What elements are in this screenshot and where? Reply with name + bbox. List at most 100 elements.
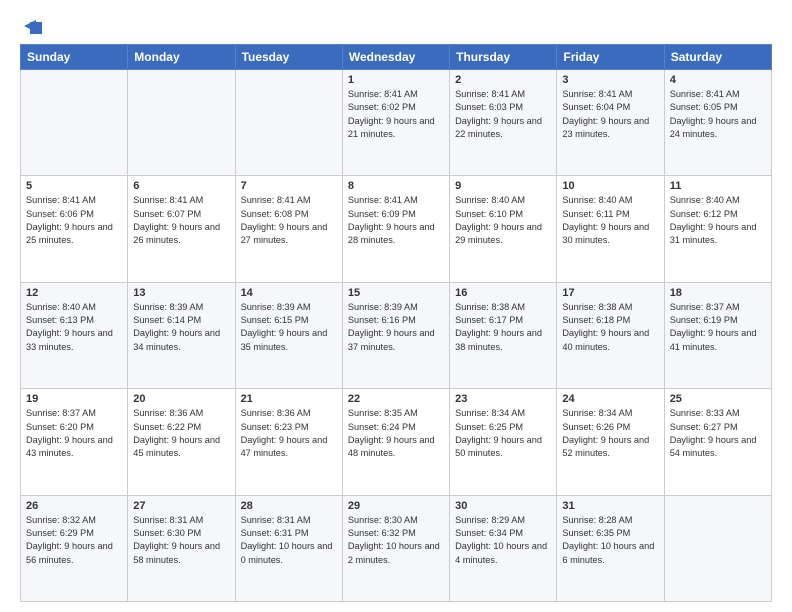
day-info: Sunrise: 8:35 AM Sunset: 6:24 PM Dayligh… bbox=[348, 407, 444, 460]
day-number: 15 bbox=[348, 287, 444, 299]
day-number: 24 bbox=[562, 393, 658, 405]
day-number: 29 bbox=[348, 500, 444, 512]
day-info: Sunrise: 8:41 AM Sunset: 6:09 PM Dayligh… bbox=[348, 194, 444, 247]
calendar-cell: 3 Sunrise: 8:41 AM Sunset: 6:04 PM Daylig… bbox=[557, 70, 664, 176]
calendar-cell: 23 Sunrise: 8:34 AM Sunset: 6:25 PM Dayli… bbox=[450, 389, 557, 495]
day-number: 9 bbox=[455, 180, 551, 192]
day-header-friday: Friday bbox=[557, 45, 664, 70]
day-number: 12 bbox=[26, 287, 122, 299]
day-info: Sunrise: 8:31 AM Sunset: 6:31 PM Dayligh… bbox=[241, 514, 337, 567]
calendar-cell: 10 Sunrise: 8:40 AM Sunset: 6:11 PM Dayli… bbox=[557, 176, 664, 282]
calendar-cell: 29 Sunrise: 8:30 AM Sunset: 6:32 PM Dayli… bbox=[342, 495, 449, 601]
day-info: Sunrise: 8:28 AM Sunset: 6:35 PM Dayligh… bbox=[562, 514, 658, 567]
calendar-cell: 18 Sunrise: 8:37 AM Sunset: 6:19 PM Dayli… bbox=[664, 282, 771, 388]
day-number: 22 bbox=[348, 393, 444, 405]
day-info: Sunrise: 8:40 AM Sunset: 6:12 PM Dayligh… bbox=[670, 194, 766, 247]
day-number: 27 bbox=[133, 500, 229, 512]
calendar-cell: 16 Sunrise: 8:38 AM Sunset: 6:17 PM Dayli… bbox=[450, 282, 557, 388]
day-info: Sunrise: 8:31 AM Sunset: 6:30 PM Dayligh… bbox=[133, 514, 229, 567]
day-header-tuesday: Tuesday bbox=[235, 45, 342, 70]
calendar-cell: 9 Sunrise: 8:40 AM Sunset: 6:10 PM Daylig… bbox=[450, 176, 557, 282]
day-info: Sunrise: 8:41 AM Sunset: 6:02 PM Dayligh… bbox=[348, 88, 444, 141]
day-number: 13 bbox=[133, 287, 229, 299]
day-number: 19 bbox=[26, 393, 122, 405]
calendar-cell: 1 Sunrise: 8:41 AM Sunset: 6:02 PM Daylig… bbox=[342, 70, 449, 176]
day-number: 31 bbox=[562, 500, 658, 512]
day-info: Sunrise: 8:38 AM Sunset: 6:17 PM Dayligh… bbox=[455, 301, 551, 354]
day-info: Sunrise: 8:41 AM Sunset: 6:08 PM Dayligh… bbox=[241, 194, 337, 247]
day-number: 26 bbox=[26, 500, 122, 512]
day-number: 7 bbox=[241, 180, 337, 192]
calendar-cell: 6 Sunrise: 8:41 AM Sunset: 6:07 PM Daylig… bbox=[128, 176, 235, 282]
day-number: 2 bbox=[455, 74, 551, 86]
calendar-cell: 8 Sunrise: 8:41 AM Sunset: 6:09 PM Daylig… bbox=[342, 176, 449, 282]
calendar-cell: 22 Sunrise: 8:35 AM Sunset: 6:24 PM Dayli… bbox=[342, 389, 449, 495]
day-info: Sunrise: 8:40 AM Sunset: 6:13 PM Dayligh… bbox=[26, 301, 122, 354]
day-info: Sunrise: 8:33 AM Sunset: 6:27 PM Dayligh… bbox=[670, 407, 766, 460]
calendar-cell: 13 Sunrise: 8:39 AM Sunset: 6:14 PM Dayli… bbox=[128, 282, 235, 388]
calendar-cell: 26 Sunrise: 8:32 AM Sunset: 6:29 PM Dayli… bbox=[21, 495, 128, 601]
calendar-cell: 2Sunrise: 8:41 AM Sunset: 6:03 PM Daylig… bbox=[450, 70, 557, 176]
day-info: Sunrise: 8:36 AM Sunset: 6:22 PM Dayligh… bbox=[133, 407, 229, 460]
logo-icon bbox=[22, 18, 44, 40]
calendar-cell: 24 Sunrise: 8:34 AM Sunset: 6:26 PM Dayli… bbox=[557, 389, 664, 495]
day-header-sunday: Sunday bbox=[21, 45, 128, 70]
day-info: Sunrise: 8:37 AM Sunset: 6:20 PM Dayligh… bbox=[26, 407, 122, 460]
calendar-cell bbox=[128, 70, 235, 176]
day-header-monday: Monday bbox=[128, 45, 235, 70]
day-number: 4 bbox=[670, 74, 766, 86]
day-info: Sunrise: 8:39 AM Sunset: 6:16 PM Dayligh… bbox=[348, 301, 444, 354]
calendar-cell: 14 Sunrise: 8:39 AM Sunset: 6:15 PM Dayli… bbox=[235, 282, 342, 388]
day-number: 3 bbox=[562, 74, 658, 86]
day-number: 30 bbox=[455, 500, 551, 512]
day-number: 1 bbox=[348, 74, 444, 86]
calendar-cell: 17 Sunrise: 8:38 AM Sunset: 6:18 PM Dayli… bbox=[557, 282, 664, 388]
calendar-cell: 4Sunrise: 8:41 AM Sunset: 6:05 PM Daylig… bbox=[664, 70, 771, 176]
day-info: Sunrise: 8:32 AM Sunset: 6:29 PM Dayligh… bbox=[26, 514, 122, 567]
day-number: 21 bbox=[241, 393, 337, 405]
day-info: Sunrise: 8:38 AM Sunset: 6:18 PM Dayligh… bbox=[562, 301, 658, 354]
calendar-cell: 5 Sunrise: 8:41 AM Sunset: 6:06 PM Daylig… bbox=[21, 176, 128, 282]
day-info: Sunrise: 8:37 AM Sunset: 6:19 PM Dayligh… bbox=[670, 301, 766, 354]
calendar-cell: 7 Sunrise: 8:41 AM Sunset: 6:08 PM Daylig… bbox=[235, 176, 342, 282]
calendar-cell bbox=[664, 495, 771, 601]
day-info: Sunrise: 8:41 AM Sunset: 6:04 PM Dayligh… bbox=[562, 88, 658, 141]
day-info: Sunrise: 8:39 AM Sunset: 6:15 PM Dayligh… bbox=[241, 301, 337, 354]
calendar-cell: 12 Sunrise: 8:40 AM Sunset: 6:13 PM Dayli… bbox=[21, 282, 128, 388]
calendar-cell: 27 Sunrise: 8:31 AM Sunset: 6:30 PM Dayli… bbox=[128, 495, 235, 601]
day-number: 16 bbox=[455, 287, 551, 299]
day-number: 18 bbox=[670, 287, 766, 299]
calendar-cell: 30Sunrise: 8:29 AM Sunset: 6:34 PM Dayli… bbox=[450, 495, 557, 601]
calendar-table: SundayMondayTuesdayWednesdayThursdayFrid… bbox=[20, 44, 772, 602]
logo bbox=[20, 18, 44, 36]
day-number: 28 bbox=[241, 500, 337, 512]
day-info: Sunrise: 8:30 AM Sunset: 6:32 PM Dayligh… bbox=[348, 514, 444, 567]
day-number: 23 bbox=[455, 393, 551, 405]
calendar-cell: 20 Sunrise: 8:36 AM Sunset: 6:22 PM Dayli… bbox=[128, 389, 235, 495]
day-info: Sunrise: 8:40 AM Sunset: 6:11 PM Dayligh… bbox=[562, 194, 658, 247]
day-number: 25 bbox=[670, 393, 766, 405]
day-number: 5 bbox=[26, 180, 122, 192]
calendar-cell bbox=[235, 70, 342, 176]
day-info: Sunrise: 8:36 AM Sunset: 6:23 PM Dayligh… bbox=[241, 407, 337, 460]
calendar-cell: 19 Sunrise: 8:37 AM Sunset: 6:20 PM Dayli… bbox=[21, 389, 128, 495]
day-info: Sunrise: 8:41 AM Sunset: 6:07 PM Dayligh… bbox=[133, 194, 229, 247]
calendar-cell: 15 Sunrise: 8:39 AM Sunset: 6:16 PM Dayli… bbox=[342, 282, 449, 388]
day-number: 8 bbox=[348, 180, 444, 192]
day-info: Sunrise: 8:34 AM Sunset: 6:25 PM Dayligh… bbox=[455, 407, 551, 460]
day-info: Sunrise: 8:40 AM Sunset: 6:10 PM Dayligh… bbox=[455, 194, 551, 247]
day-number: 11 bbox=[670, 180, 766, 192]
day-header-wednesday: Wednesday bbox=[342, 45, 449, 70]
day-info: Sunrise: 8:39 AM Sunset: 6:14 PM Dayligh… bbox=[133, 301, 229, 354]
day-header-saturday: Saturday bbox=[664, 45, 771, 70]
day-info: Sunrise: 8:34 AM Sunset: 6:26 PM Dayligh… bbox=[562, 407, 658, 460]
day-number: 6 bbox=[133, 180, 229, 192]
calendar-cell: 28 Sunrise: 8:31 AM Sunset: 6:31 PM Dayli… bbox=[235, 495, 342, 601]
day-info: Sunrise: 8:41 AM Sunset: 6:06 PM Dayligh… bbox=[26, 194, 122, 247]
day-header-thursday: Thursday bbox=[450, 45, 557, 70]
day-number: 10 bbox=[562, 180, 658, 192]
day-number: 17 bbox=[562, 287, 658, 299]
day-number: 14 bbox=[241, 287, 337, 299]
calendar-cell: 21 Sunrise: 8:36 AM Sunset: 6:23 PM Dayli… bbox=[235, 389, 342, 495]
day-number: 20 bbox=[133, 393, 229, 405]
